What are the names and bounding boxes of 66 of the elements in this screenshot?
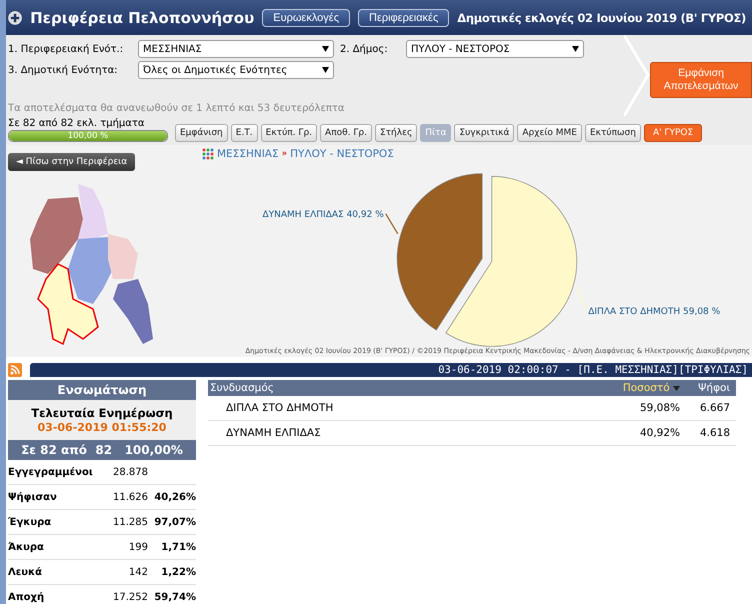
toolbar-button[interactable]: Συγκριτικά bbox=[454, 124, 514, 142]
toolbar-button[interactable]: Στήλες bbox=[374, 124, 418, 142]
update-label: Τελευταία Ενημέρωση bbox=[30, 406, 174, 420]
toolbar-button[interactable]: Αρχείο ΜΜΕ bbox=[517, 124, 582, 142]
table-cell-text: ΔΥΝΑΜΗ ΕΛΠΙΔΑΣ bbox=[226, 427, 322, 439]
dropdown[interactable]: ΜΕΣΣΗΝΙΑΣ bbox=[138, 40, 334, 58]
stat-label: Λευκά bbox=[8, 566, 44, 578]
update-time: 03-06-2019 01:55:20 bbox=[36, 421, 168, 434]
filter-label: 1. Περιφερειακή Ενότ.: bbox=[8, 44, 124, 54]
stat-count: 17.252 bbox=[112, 592, 148, 602]
slice-label: ΔΥΝΑΜΗ ΕΛΠΙΔΑΣ 40,92 % bbox=[262, 210, 384, 220]
table-cell-text: 6.667 bbox=[698, 402, 730, 414]
stat-count: 11.285 bbox=[112, 516, 148, 528]
summary-title: Ενσωμάτωση bbox=[8, 380, 196, 400]
coverage-summary: Σε 82 από 82 100,00% bbox=[8, 440, 196, 460]
stat-count: 142 bbox=[128, 566, 148, 578]
toolbar-button[interactable]: Αποθ. Γρ. bbox=[320, 124, 372, 142]
caret-icon bbox=[572, 46, 579, 52]
filter-label: 2. Δήμος: bbox=[340, 44, 389, 54]
table-cell-text: 59,08% bbox=[638, 402, 680, 414]
toolbar-button[interactable]: Εμφάνιση bbox=[175, 124, 228, 142]
back-button[interactable]: ◄ Πίσω στην Περιφέρεια bbox=[8, 153, 136, 171]
progress-label: Σε 82 από 82 εκλ. τμήματα bbox=[8, 118, 146, 129]
stat-label: Εγγεγραμμένοι bbox=[8, 466, 94, 478]
stat-percent: 59,74% bbox=[153, 592, 196, 602]
progress-bar: 100,00 % bbox=[8, 130, 168, 142]
caret-icon bbox=[322, 67, 329, 73]
status-ticker: 03-06-2019 02:00:07 - [Π.Ε. ΜΕΣΣΗΝΙΑΣ][ΤΡΙΦΥΛΙΑΣ] bbox=[30, 363, 752, 377]
caret-icon bbox=[322, 46, 329, 52]
column-header[interactable]: Συνδυασμός bbox=[210, 382, 550, 394]
stat-count: 28.878 bbox=[112, 466, 148, 478]
stat-percent: 40,26% bbox=[153, 492, 196, 502]
stat-label: Ψήφισαν bbox=[8, 492, 58, 502]
table-cell-text: 40,92% bbox=[638, 427, 680, 439]
slice-label: ΔΙΠΛΑ ΣΤΟ ΔΗΜΟΤΗ 59,08 % bbox=[588, 307, 720, 318]
stat-percent: 1,71% bbox=[160, 542, 196, 552]
stat-count: 199 bbox=[128, 542, 148, 552]
election-title: Δημοτικές εκλογές 02 Ιουνίου 2019 (Β' ΓΥΡΟΣ) bbox=[457, 10, 746, 24]
column-header[interactable]: Ποσοστό bbox=[550, 382, 680, 394]
toolbar-button[interactable]: Εκτύπ. Γρ. bbox=[260, 124, 318, 142]
stat-label: Αποχή bbox=[8, 592, 46, 602]
toolbar-button[interactable]: Εκτύπωση bbox=[584, 124, 641, 142]
dropdown[interactable]: ΠΥΛΟΥ - ΝΕΣΤΟΡΟΣ bbox=[406, 40, 584, 58]
table-cell-text: 4.618 bbox=[698, 427, 730, 439]
leader-line bbox=[576, 286, 587, 312]
breadcrumb-link[interactable]: ΠΥΛΟΥ - ΝΕΣΤΟΡΟΣ bbox=[290, 148, 394, 160]
refresh-note: Τα αποτελέσματα θα ανανεωθούν σε 1 λεπτό και 53 δευτερόλεπτα bbox=[8, 103, 344, 114]
election-link[interactable]: Περιφερειακές bbox=[358, 8, 450, 26]
dropdown[interactable]: Όλες οι Δημοτικές Ενότητες bbox=[138, 61, 334, 79]
leader-line bbox=[385, 214, 398, 234]
breadcrumb-separator: » bbox=[282, 149, 288, 159]
stat-percent: 97,07% bbox=[153, 516, 196, 528]
stat-count: 11.626 bbox=[112, 492, 148, 502]
election-link[interactable]: Ευρωεκλογές bbox=[262, 8, 350, 26]
breadcrumb-link[interactable]: ΜΕΣΣΗΝΙΑΣ bbox=[217, 148, 279, 160]
stat-percent: 1,22% bbox=[160, 566, 196, 578]
stat-label: Άκυρα bbox=[8, 542, 45, 552]
dots-icon bbox=[202, 148, 214, 160]
rss-icon[interactable] bbox=[8, 363, 22, 377]
table-cell-text: ΔΙΠΛΑ ΣΤΟ ΔΗΜΟΤΗ bbox=[226, 402, 334, 414]
column-header[interactable]: Ψήφοι bbox=[680, 382, 730, 394]
filter-label: 3. Δημοτική Ενότητα: bbox=[8, 64, 119, 76]
toolbar-button[interactable]: Ε.Τ. bbox=[230, 124, 258, 142]
stat-label: Έγκυρα bbox=[8, 516, 52, 528]
sort-icon bbox=[673, 386, 680, 391]
site-title: Περιφέρεια Πελοποννήσου bbox=[30, 8, 254, 26]
